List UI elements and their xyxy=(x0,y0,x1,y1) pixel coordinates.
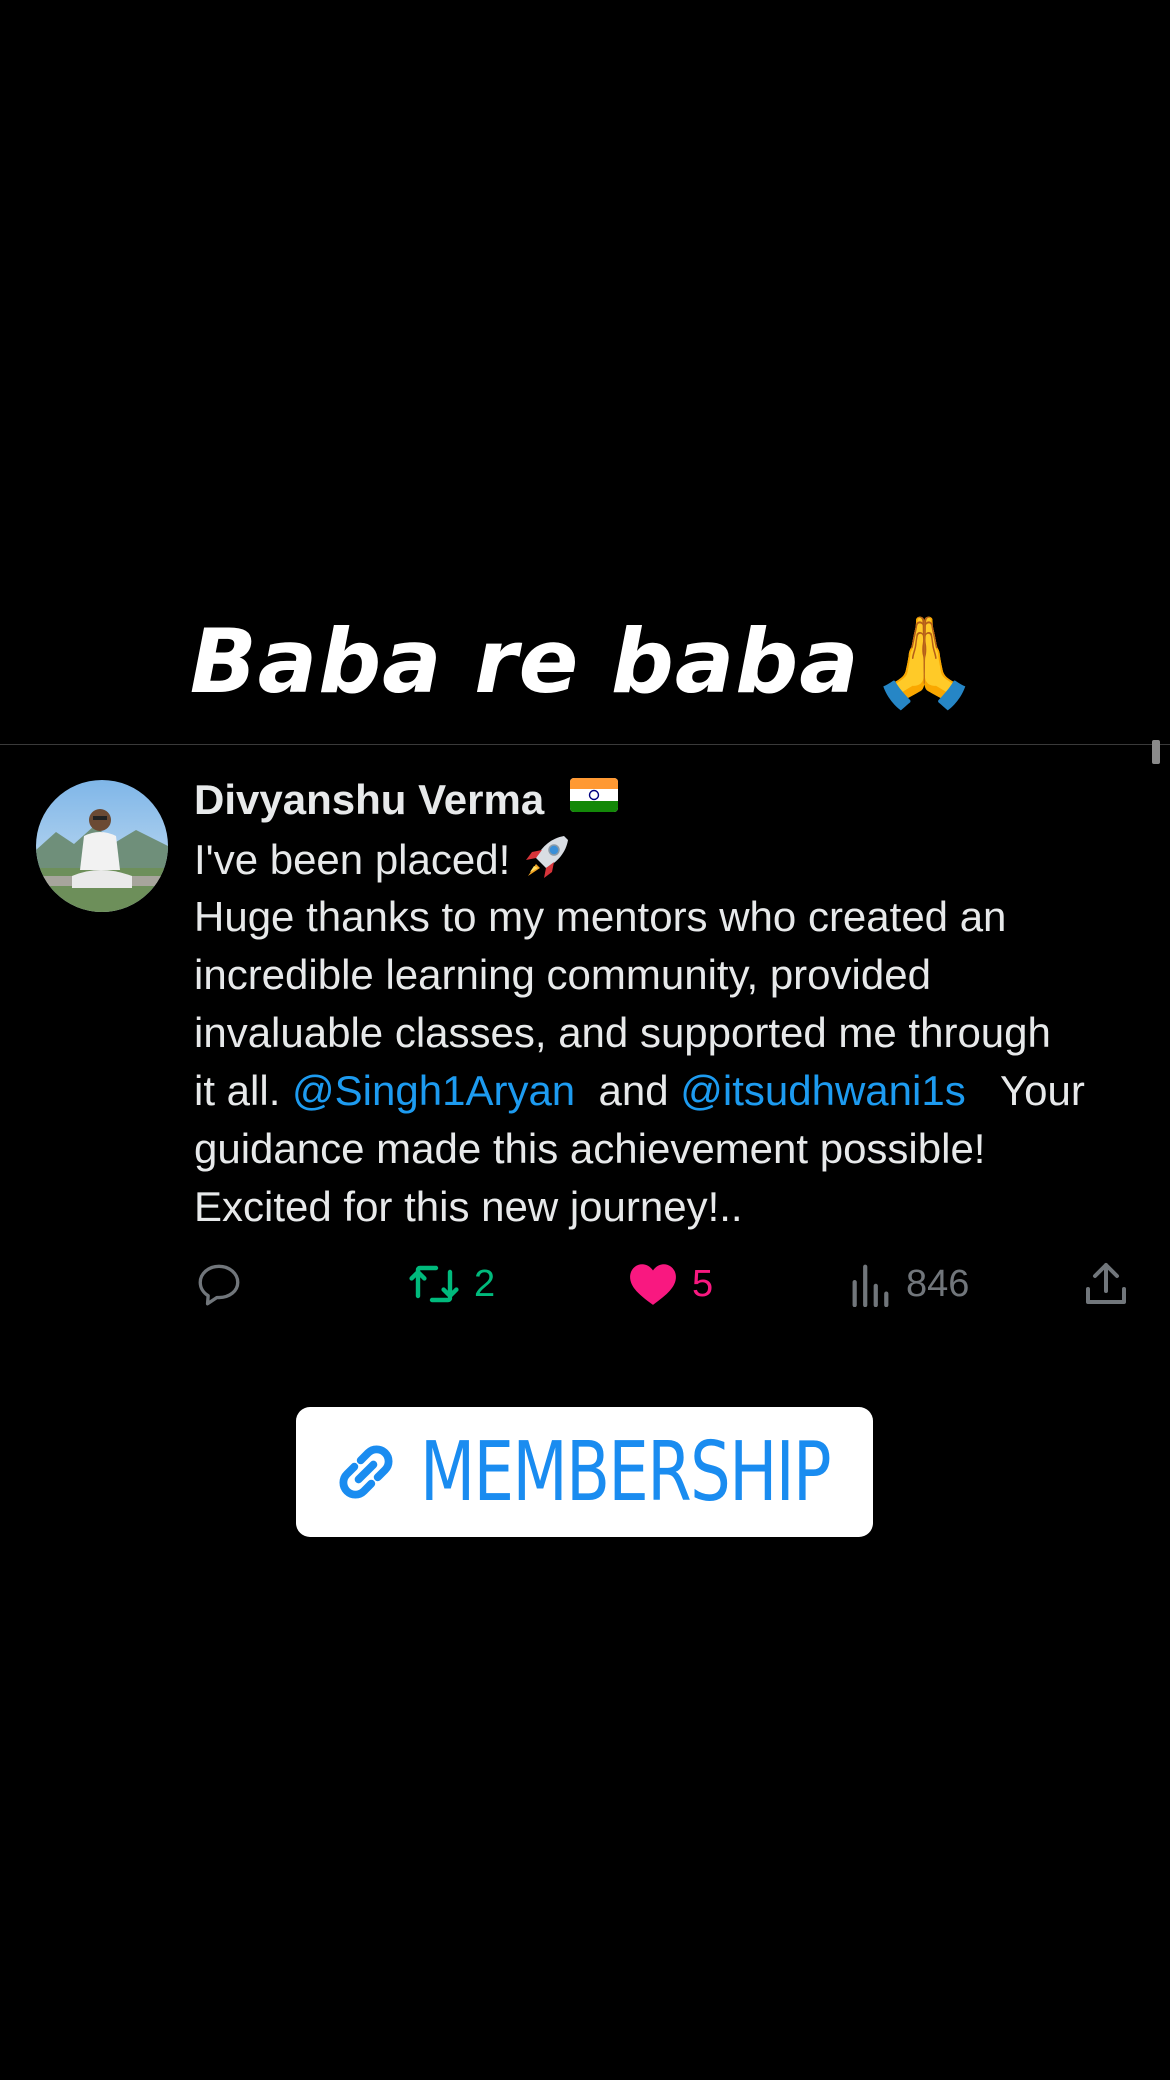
india-flag-icon xyxy=(569,778,618,812)
tweet-line-5-mid: and xyxy=(575,1067,681,1114)
tweet-line-1: I've been placed! xyxy=(194,836,511,883)
avatar[interactable] xyxy=(36,780,168,912)
retweet-icon xyxy=(409,1265,459,1303)
scrollbar-thumb[interactable] xyxy=(1152,740,1160,764)
mention-singh1aryan[interactable]: @Singh1Aryan xyxy=(292,1067,575,1114)
like-count: 5 xyxy=(692,1262,714,1305)
author-row: Divyanshu Verma xyxy=(194,770,1144,830)
tweet-line-4: invaluable classes, and supported me thr… xyxy=(194,1009,1051,1056)
link-icon xyxy=(339,1445,392,1499)
tweet-line-7: Excited for this new journey!.. xyxy=(194,1183,743,1230)
folded-hands-emoji: 🙏 xyxy=(869,610,981,713)
heart-icon xyxy=(630,1264,676,1305)
tweet-text: I've been placed! Huge thanks to my ment… xyxy=(194,830,1144,1236)
reply-icon xyxy=(198,1264,240,1306)
tweet-line-5-prefix: it all. xyxy=(194,1067,293,1114)
tweet[interactable]: Divyanshu Verma I've been placed! Huge t… xyxy=(194,770,1144,1236)
membership-label: MEMBERSHIP xyxy=(419,1424,832,1520)
share-button[interactable] xyxy=(1082,1256,1130,1312)
like-button[interactable]: 5 xyxy=(628,1256,713,1312)
views-count: 846 xyxy=(906,1262,970,1305)
retweet-count: 2 xyxy=(474,1262,496,1305)
tweet-line-3: incredible learning community, provided xyxy=(194,951,931,998)
tweet-line-5-suffix: Your xyxy=(965,1067,1085,1114)
tweet-actions: 2 5 846 xyxy=(194,1256,1134,1312)
caption-text: Baba re baba xyxy=(189,610,860,713)
retweet-button[interactable]: 2 xyxy=(408,1256,495,1312)
views-button[interactable]: 846 xyxy=(848,1256,969,1312)
membership-link-button[interactable]: MEMBERSHIP xyxy=(296,1407,873,1537)
views-icon xyxy=(852,1264,889,1307)
tweet-line-6: guidance made this achievement possible! xyxy=(194,1125,986,1172)
reply-button[interactable] xyxy=(194,1256,244,1312)
mention-itsudhwani1s[interactable]: @itsudhwani1s xyxy=(680,1067,965,1114)
story-caption: Baba re baba 🙏 xyxy=(0,610,1170,714)
rocket-icon xyxy=(526,836,569,878)
tweet-line-2: Huge thanks to my mentors who created an xyxy=(194,893,1007,940)
share-icon xyxy=(1086,1263,1126,1304)
divider xyxy=(0,744,1170,745)
author-name[interactable]: Divyanshu Verma xyxy=(194,776,544,823)
